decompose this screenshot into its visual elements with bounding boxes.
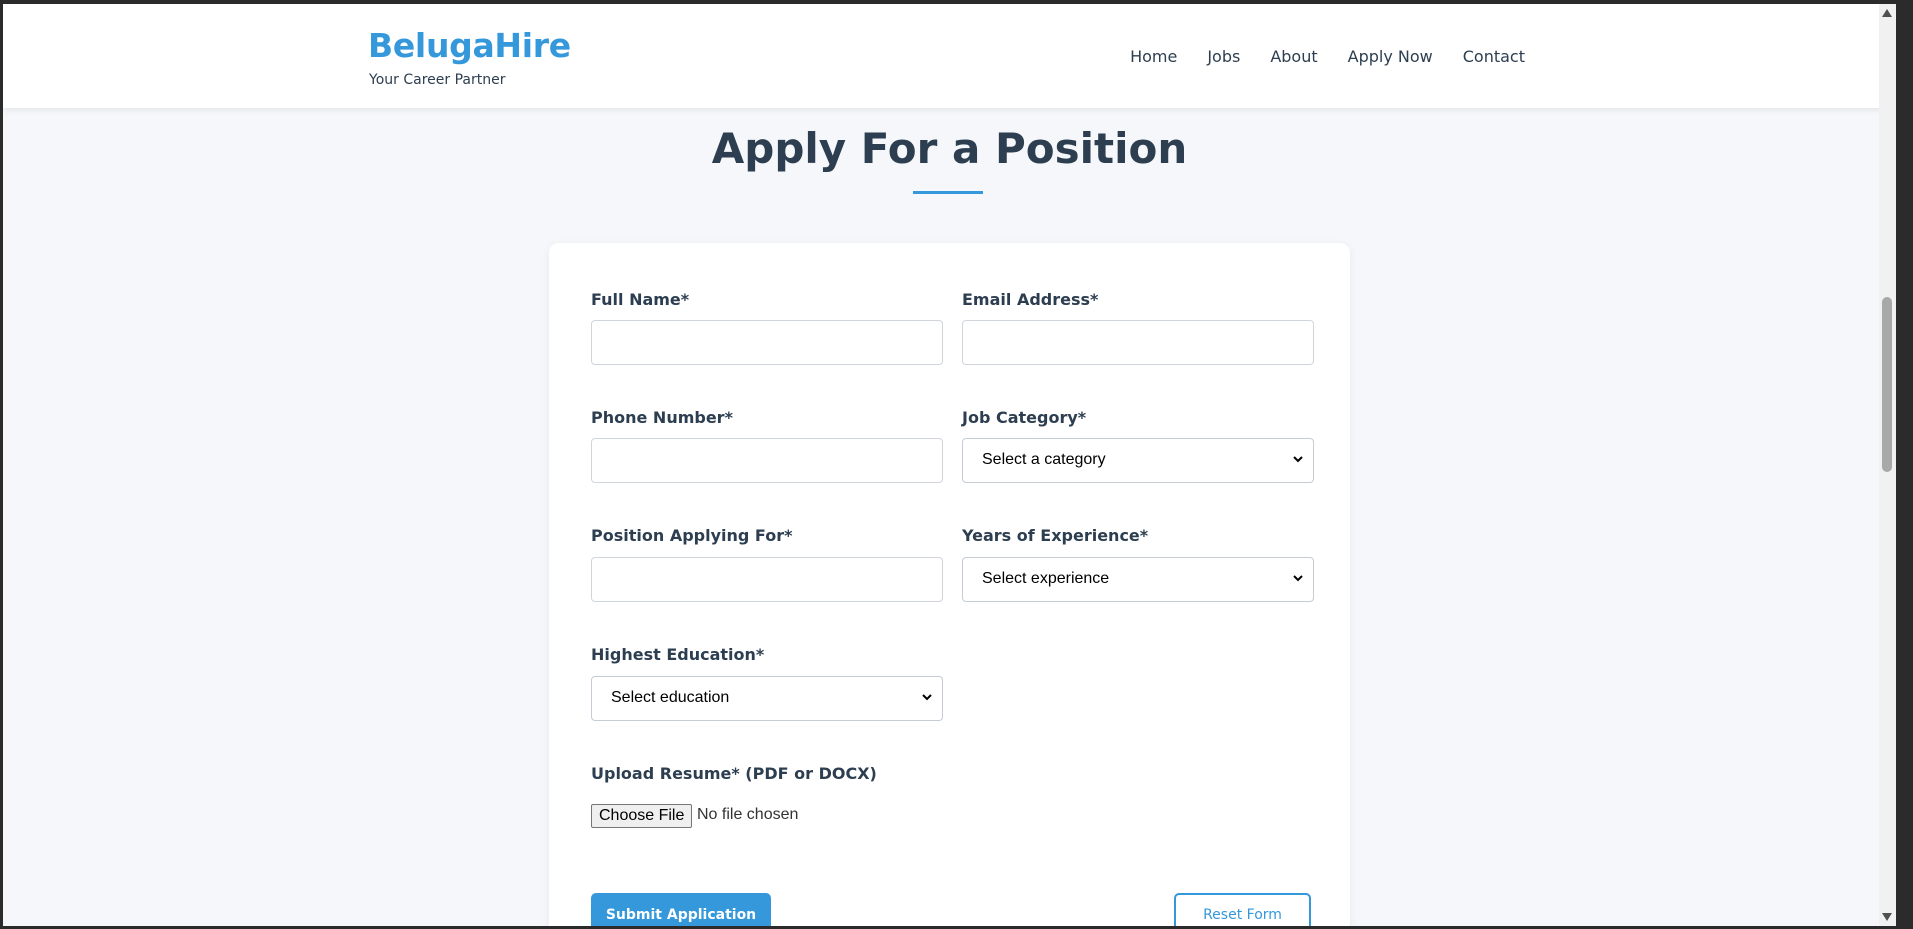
nav-about[interactable]: About [1270,47,1317,66]
chevron-down-icon [1293,456,1303,463]
chevron-down-icon [1293,575,1303,582]
job-category-select[interactable]: Select a category [962,438,1314,483]
job-category-selected: Select a category [982,451,1106,468]
page-scrollbar[interactable] [1879,4,1896,926]
main-nav: Home Jobs About Apply Now Contact [1130,47,1525,66]
experience-label: Years of Experience* [962,526,1149,545]
education-selected: Select education [611,689,730,706]
nav-jobs[interactable]: Jobs [1207,47,1240,66]
nav-contact[interactable]: Contact [1463,47,1525,66]
education-label: Highest Education* [591,645,765,664]
page-title: Apply For a Position [711,124,1188,173]
job-category-label: Job Category* [962,408,1087,427]
email-input[interactable] [962,320,1314,365]
application-form: Full Name* Email Address* Phone Number* … [549,243,1350,926]
submit-application-button[interactable]: Submit Application [591,893,771,926]
position-label: Position Applying For* [591,526,793,545]
experience-select[interactable]: Select experience [962,557,1314,602]
brand-logo[interactable]: BelugaHire [368,26,571,65]
brand-tagline: Your Career Partner [369,72,506,88]
scroll-up-icon[interactable] [1882,9,1892,17]
position-input[interactable] [591,557,943,602]
choose-file-button[interactable]: Choose File [591,804,693,828]
full-name-input[interactable] [591,320,943,365]
nav-home[interactable]: Home [1130,47,1177,66]
resume-label: Upload Resume* (PDF or DOCX) [591,764,877,783]
full-name-label: Full Name* [591,290,690,309]
experience-selected: Select experience [982,570,1110,587]
file-status: No file chosen [697,806,799,823]
email-label: Email Address* [962,290,1099,309]
site-header: BelugaHire Your Career Partner Home Jobs… [3,4,1896,108]
scroll-down-icon[interactable] [1882,913,1892,921]
browser-viewport: BelugaHire Your Career Partner Home Jobs… [3,4,1896,926]
phone-input[interactable] [591,438,943,483]
reset-form-button[interactable]: Reset Form [1174,893,1311,926]
title-underline [913,191,983,194]
chevron-down-icon [922,694,932,701]
education-select[interactable]: Select education [591,676,943,721]
nav-apply-now[interactable]: Apply Now [1348,47,1433,66]
phone-label: Phone Number* [591,408,733,427]
scroll-thumb[interactable] [1882,297,1892,472]
